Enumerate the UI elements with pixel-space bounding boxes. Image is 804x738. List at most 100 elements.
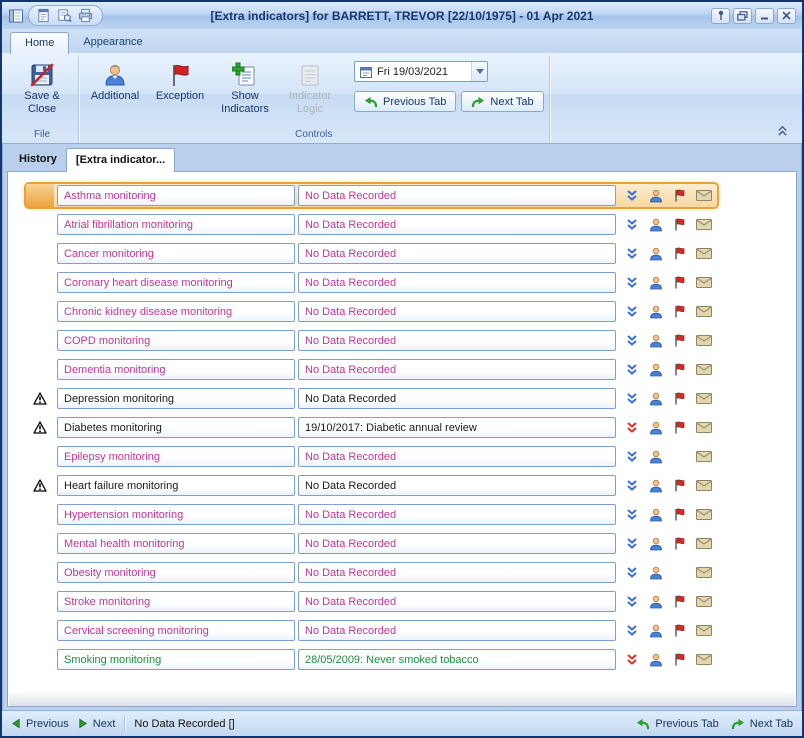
person-icon[interactable] — [647, 189, 664, 203]
indicator-value-cell[interactable]: No Data Recorded — [298, 185, 616, 206]
indicator-value-cell[interactable]: No Data Recorded — [298, 446, 616, 467]
expand-chevron-icon[interactable] — [623, 537, 640, 550]
expand-chevron-icon[interactable] — [623, 421, 640, 434]
expand-chevron-icon[interactable] — [623, 247, 640, 260]
indicator-value-cell[interactable]: No Data Recorded — [298, 359, 616, 380]
expand-chevron-icon[interactable] — [623, 218, 640, 231]
person-icon[interactable] — [647, 363, 664, 377]
expand-chevron-icon[interactable] — [623, 479, 640, 492]
person-icon[interactable] — [647, 392, 664, 406]
flag-icon[interactable] — [671, 189, 688, 202]
indicator-name-cell[interactable]: Stroke monitoring — [57, 591, 295, 612]
indicator-value-cell[interactable]: 28/05/2009: Never smoked tobacco — [298, 649, 616, 670]
flag-icon[interactable] — [671, 624, 688, 637]
tab-home[interactable]: Home — [10, 32, 69, 54]
printer-icon[interactable] — [78, 8, 93, 23]
close-icon[interactable] — [777, 8, 796, 24]
flag-icon[interactable] — [671, 537, 688, 550]
indicator-name-cell[interactable]: Cancer monitoring — [57, 243, 295, 264]
person-icon[interactable] — [647, 334, 664, 348]
indicator-value-cell[interactable]: No Data Recorded — [298, 620, 616, 641]
flag-icon[interactable] — [671, 479, 688, 492]
flag-icon[interactable] — [671, 508, 688, 521]
indicator-value-cell[interactable]: No Data Recorded — [298, 330, 616, 351]
person-icon[interactable] — [647, 218, 664, 232]
mail-icon[interactable] — [695, 190, 712, 201]
indicator-name-cell[interactable]: Atrial fibrillation monitoring — [57, 214, 295, 235]
mail-icon[interactable] — [695, 625, 712, 636]
indicator-name-cell[interactable]: Asthma monitoring — [57, 185, 295, 206]
chevron-down-icon[interactable] — [471, 62, 487, 81]
indicator-value-cell[interactable]: No Data Recorded — [298, 301, 616, 322]
mail-icon[interactable] — [695, 654, 712, 665]
collapse-ribbon-icon[interactable] — [772, 122, 792, 138]
expand-chevron-icon[interactable] — [623, 653, 640, 666]
restore-icon[interactable] — [733, 8, 752, 24]
mail-icon[interactable] — [695, 596, 712, 607]
print-preview-icon[interactable] — [57, 8, 72, 23]
indicator-name-cell[interactable]: Cervical screening monitoring — [57, 620, 295, 641]
person-icon[interactable] — [647, 276, 664, 290]
indicator-value-cell[interactable]: No Data Recorded — [298, 475, 616, 496]
tab-history[interactable]: History — [10, 148, 66, 171]
flag-icon[interactable] — [671, 276, 688, 289]
person-icon[interactable] — [647, 305, 664, 319]
indicator-value-cell[interactable]: No Data Recorded — [298, 591, 616, 612]
person-icon[interactable] — [647, 247, 664, 261]
mail-icon[interactable] — [695, 219, 712, 230]
expand-chevron-icon[interactable] — [623, 189, 640, 202]
indicator-value-cell[interactable]: No Data Recorded — [298, 388, 616, 409]
flag-icon[interactable] — [671, 334, 688, 347]
expand-chevron-icon[interactable] — [623, 595, 640, 608]
person-icon[interactable] — [647, 566, 664, 580]
indicator-name-cell[interactable]: Smoking monitoring — [57, 649, 295, 670]
person-icon[interactable] — [647, 537, 664, 551]
mail-icon[interactable] — [695, 422, 712, 433]
indicator-value-cell[interactable]: No Data Recorded — [298, 533, 616, 554]
mail-icon[interactable] — [695, 451, 712, 462]
mail-icon[interactable] — [695, 306, 712, 317]
save-close-button[interactable]: Save & Close — [11, 57, 73, 118]
indicator-name-cell[interactable]: Chronic kidney disease monitoring — [57, 301, 295, 322]
expand-chevron-icon[interactable] — [623, 305, 640, 318]
expand-chevron-icon[interactable] — [623, 508, 640, 521]
flag-icon[interactable] — [671, 218, 688, 231]
person-icon[interactable] — [647, 653, 664, 667]
flag-icon[interactable] — [671, 392, 688, 405]
additional-button[interactable]: Additional — [84, 57, 146, 106]
flag-icon[interactable] — [671, 363, 688, 376]
previous-tab-status-button[interactable]: Previous Tab — [636, 718, 718, 730]
minimize-icon[interactable] — [755, 8, 774, 24]
indicator-value-cell[interactable]: No Data Recorded — [298, 562, 616, 583]
mail-icon[interactable] — [695, 277, 712, 288]
person-icon[interactable] — [647, 421, 664, 435]
mail-icon[interactable] — [695, 364, 712, 375]
previous-button[interactable]: Previous — [11, 718, 69, 730]
mail-icon[interactable] — [695, 567, 712, 578]
mail-icon[interactable] — [695, 538, 712, 549]
flag-icon[interactable] — [671, 421, 688, 434]
indicator-value-cell[interactable]: No Data Recorded — [298, 214, 616, 235]
flag-icon[interactable] — [671, 653, 688, 666]
indicator-value-cell[interactable]: No Data Recorded — [298, 272, 616, 293]
flag-icon[interactable] — [671, 247, 688, 260]
expand-chevron-icon[interactable] — [623, 566, 640, 579]
person-icon[interactable] — [647, 450, 664, 464]
report-icon[interactable] — [36, 8, 51, 23]
indicator-name-cell[interactable]: Diabetes monitoring — [57, 417, 295, 438]
previous-tab-button[interactable]: Previous Tab — [354, 91, 456, 112]
next-button[interactable]: Next — [78, 718, 116, 730]
flag-icon[interactable] — [671, 595, 688, 608]
expand-chevron-icon[interactable] — [623, 624, 640, 637]
expand-chevron-icon[interactable] — [623, 392, 640, 405]
mail-icon[interactable] — [695, 509, 712, 520]
mail-icon[interactable] — [695, 335, 712, 346]
indicator-name-cell[interactable]: Depression monitoring — [57, 388, 295, 409]
mail-icon[interactable] — [695, 248, 712, 259]
mail-icon[interactable] — [695, 393, 712, 404]
indicator-name-cell[interactable]: Coronary heart disease monitoring — [57, 272, 295, 293]
expand-chevron-icon[interactable] — [623, 363, 640, 376]
indicator-name-cell[interactable]: Heart failure monitoring — [57, 475, 295, 496]
person-icon[interactable] — [647, 624, 664, 638]
indicator-name-cell[interactable]: Hypertension monitoring — [57, 504, 295, 525]
